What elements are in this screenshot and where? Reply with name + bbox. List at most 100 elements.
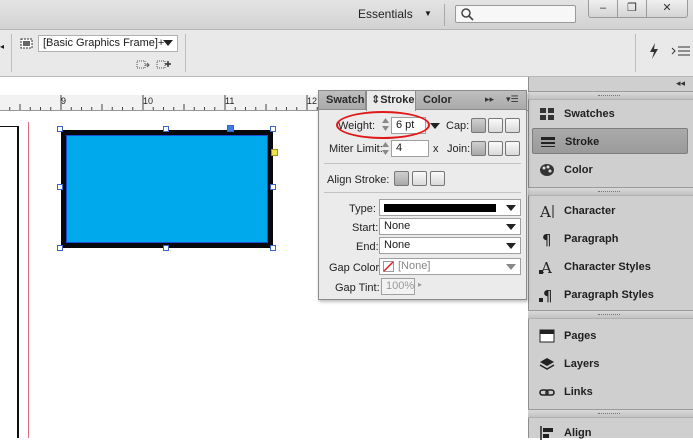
- maximize-button[interactable]: ❐: [617, 0, 647, 18]
- links-icon: [539, 389, 555, 396]
- dock-group-grip[interactable]: [528, 310, 693, 319]
- dock-item-align[interactable]: Align: [532, 420, 688, 446]
- tab-stroke[interactable]: ⇕Stroke: [366, 91, 416, 111]
- resize-handle-top-right[interactable]: [270, 126, 276, 132]
- start-label: Start:: [352, 222, 379, 234]
- dock-item-character[interactable]: A Character: [532, 198, 688, 224]
- panel-menu-icon[interactable]: [670, 45, 692, 57]
- out-port-handle[interactable]: [271, 149, 278, 156]
- round-join-button[interactable]: [488, 141, 503, 156]
- dock-item-label: Align: [564, 427, 592, 439]
- resize-handle-bottom-left[interactable]: [57, 245, 63, 251]
- dock-item-label: Layers: [564, 358, 600, 370]
- dock-item-label: Swatches: [564, 108, 615, 120]
- svg-text:¶: ¶: [542, 231, 552, 248]
- workspace-switcher[interactable]: Essentials: [358, 7, 413, 21]
- miter-limit-field[interactable]: 4: [391, 140, 429, 157]
- dock-item-color[interactable]: Color: [532, 157, 688, 183]
- dock-group-grip[interactable]: [528, 91, 693, 100]
- color-icon: [540, 164, 554, 176]
- resize-handle-right[interactable]: [270, 184, 276, 190]
- divider: [324, 163, 521, 164]
- dock-item-label: Paragraph: [564, 233, 619, 245]
- end-dropdown[interactable]: None: [379, 237, 521, 254]
- end-label: End:: [356, 241, 379, 253]
- tab-color[interactable]: Color: [419, 91, 455, 110]
- bevel-join-button[interactable]: [505, 141, 520, 156]
- chevron-down-icon[interactable]: [506, 224, 516, 230]
- object-style-icon: [20, 38, 33, 49]
- redefine-style-icon[interactable]: [156, 59, 172, 71]
- chevron-down-icon[interactable]: [506, 243, 516, 249]
- tab-overflow-icon[interactable]: ▸▸: [485, 94, 494, 105]
- frame-bounding-box: [66, 135, 268, 243]
- tab-stroke-label: Stroke: [380, 94, 415, 106]
- sort-arrows-icon: ⇕: [371, 94, 381, 106]
- dock-group-grip[interactable]: [528, 409, 693, 418]
- miter-join-button[interactable]: [471, 141, 486, 156]
- gap-tint-field[interactable]: 100%: [381, 278, 415, 295]
- minimize-button[interactable]: –: [588, 0, 618, 18]
- paragraph-icon: ¶: [542, 231, 552, 248]
- type-dropdown[interactable]: [379, 199, 521, 216]
- object-style-dropdown[interactable]: [Basic Graphics Frame]+: [38, 35, 178, 52]
- dock-item-links[interactable]: Links: [532, 379, 688, 405]
- margin-guide: [28, 122, 29, 438]
- chevron-down-icon[interactable]: [430, 123, 440, 129]
- dock-group-grip[interactable]: [528, 187, 693, 196]
- stroke-icon: [541, 137, 555, 147]
- dock-item-layers[interactable]: Layers: [532, 351, 688, 377]
- gap-color-dropdown[interactable]: [None]: [379, 258, 521, 275]
- search-icon[interactable]: [459, 6, 475, 22]
- ruler-number: 10: [143, 96, 154, 106]
- cap-label: Cap:: [446, 120, 470, 132]
- round-cap-button[interactable]: [488, 118, 503, 133]
- divider: [185, 34, 186, 72]
- highlight-circle: [336, 111, 430, 139]
- tab-swatches[interactable]: Swatches: [322, 91, 366, 110]
- align-center-button[interactable]: [394, 171, 409, 186]
- content-grabber-handle[interactable]: [227, 125, 234, 132]
- resize-handle-bottom-right[interactable]: [270, 245, 276, 251]
- ruler-number: 9: [61, 96, 67, 106]
- dock-item-paragraph[interactable]: ¶ Paragraph: [532, 226, 688, 252]
- align-outside-button[interactable]: [430, 171, 445, 186]
- resize-handle-bottom[interactable]: [163, 245, 169, 251]
- collapse-panels-icon[interactable]: ◂◂: [676, 78, 685, 89]
- character-icon: A: [539, 203, 554, 220]
- resize-handle-left[interactable]: [57, 184, 63, 190]
- dock-item-paragraph-styles[interactable]: ¶ Paragraph Styles: [532, 282, 688, 308]
- swatches-icon: [540, 108, 554, 120]
- close-button[interactable]: ✕: [646, 0, 688, 18]
- gap-color-label: Gap Color:: [329, 262, 383, 274]
- align-stroke-label: Align Stroke:: [327, 174, 390, 186]
- panel-menu-icon[interactable]: ▾☰: [506, 94, 519, 105]
- align-inside-button[interactable]: [412, 171, 427, 186]
- lightning-icon[interactable]: [647, 42, 661, 60]
- clear-overrides-icon[interactable]: [136, 59, 150, 71]
- dock-item-stroke[interactable]: Stroke: [532, 128, 688, 154]
- gap-tint-arrow-icon[interactable]: ▸: [418, 280, 422, 289]
- miter-stepper[interactable]: [381, 140, 390, 157]
- resize-handle-top[interactable]: [163, 126, 169, 132]
- dock-item-pages[interactable]: Pages: [532, 323, 688, 349]
- control-bar-left-caret-icon[interactable]: ◂: [0, 42, 4, 51]
- ruler-number: 11: [225, 96, 235, 106]
- start-dropdown[interactable]: None: [379, 218, 521, 235]
- type-label: Type:: [349, 203, 376, 215]
- dock-item-swatches[interactable]: Swatches: [532, 101, 688, 127]
- paragraph-styles-icon: ¶: [539, 287, 553, 304]
- projecting-cap-button[interactable]: [505, 118, 520, 133]
- dock-item-label: Stroke: [565, 136, 600, 148]
- divider: [11, 34, 12, 72]
- chevron-down-icon[interactable]: [506, 205, 516, 211]
- dock-item-label: Paragraph Styles: [564, 289, 654, 301]
- divider: [635, 34, 636, 72]
- chevron-down-icon[interactable]: [506, 264, 516, 270]
- chevron-down-icon[interactable]: [163, 40, 173, 46]
- workspace-caret-icon[interactable]: ▼: [424, 9, 432, 18]
- resize-handle-top-left[interactable]: [57, 126, 63, 132]
- pages-icon: [539, 329, 555, 343]
- butt-cap-button[interactable]: [471, 118, 486, 133]
- dock-item-character-styles[interactable]: A Character Styles: [532, 254, 688, 280]
